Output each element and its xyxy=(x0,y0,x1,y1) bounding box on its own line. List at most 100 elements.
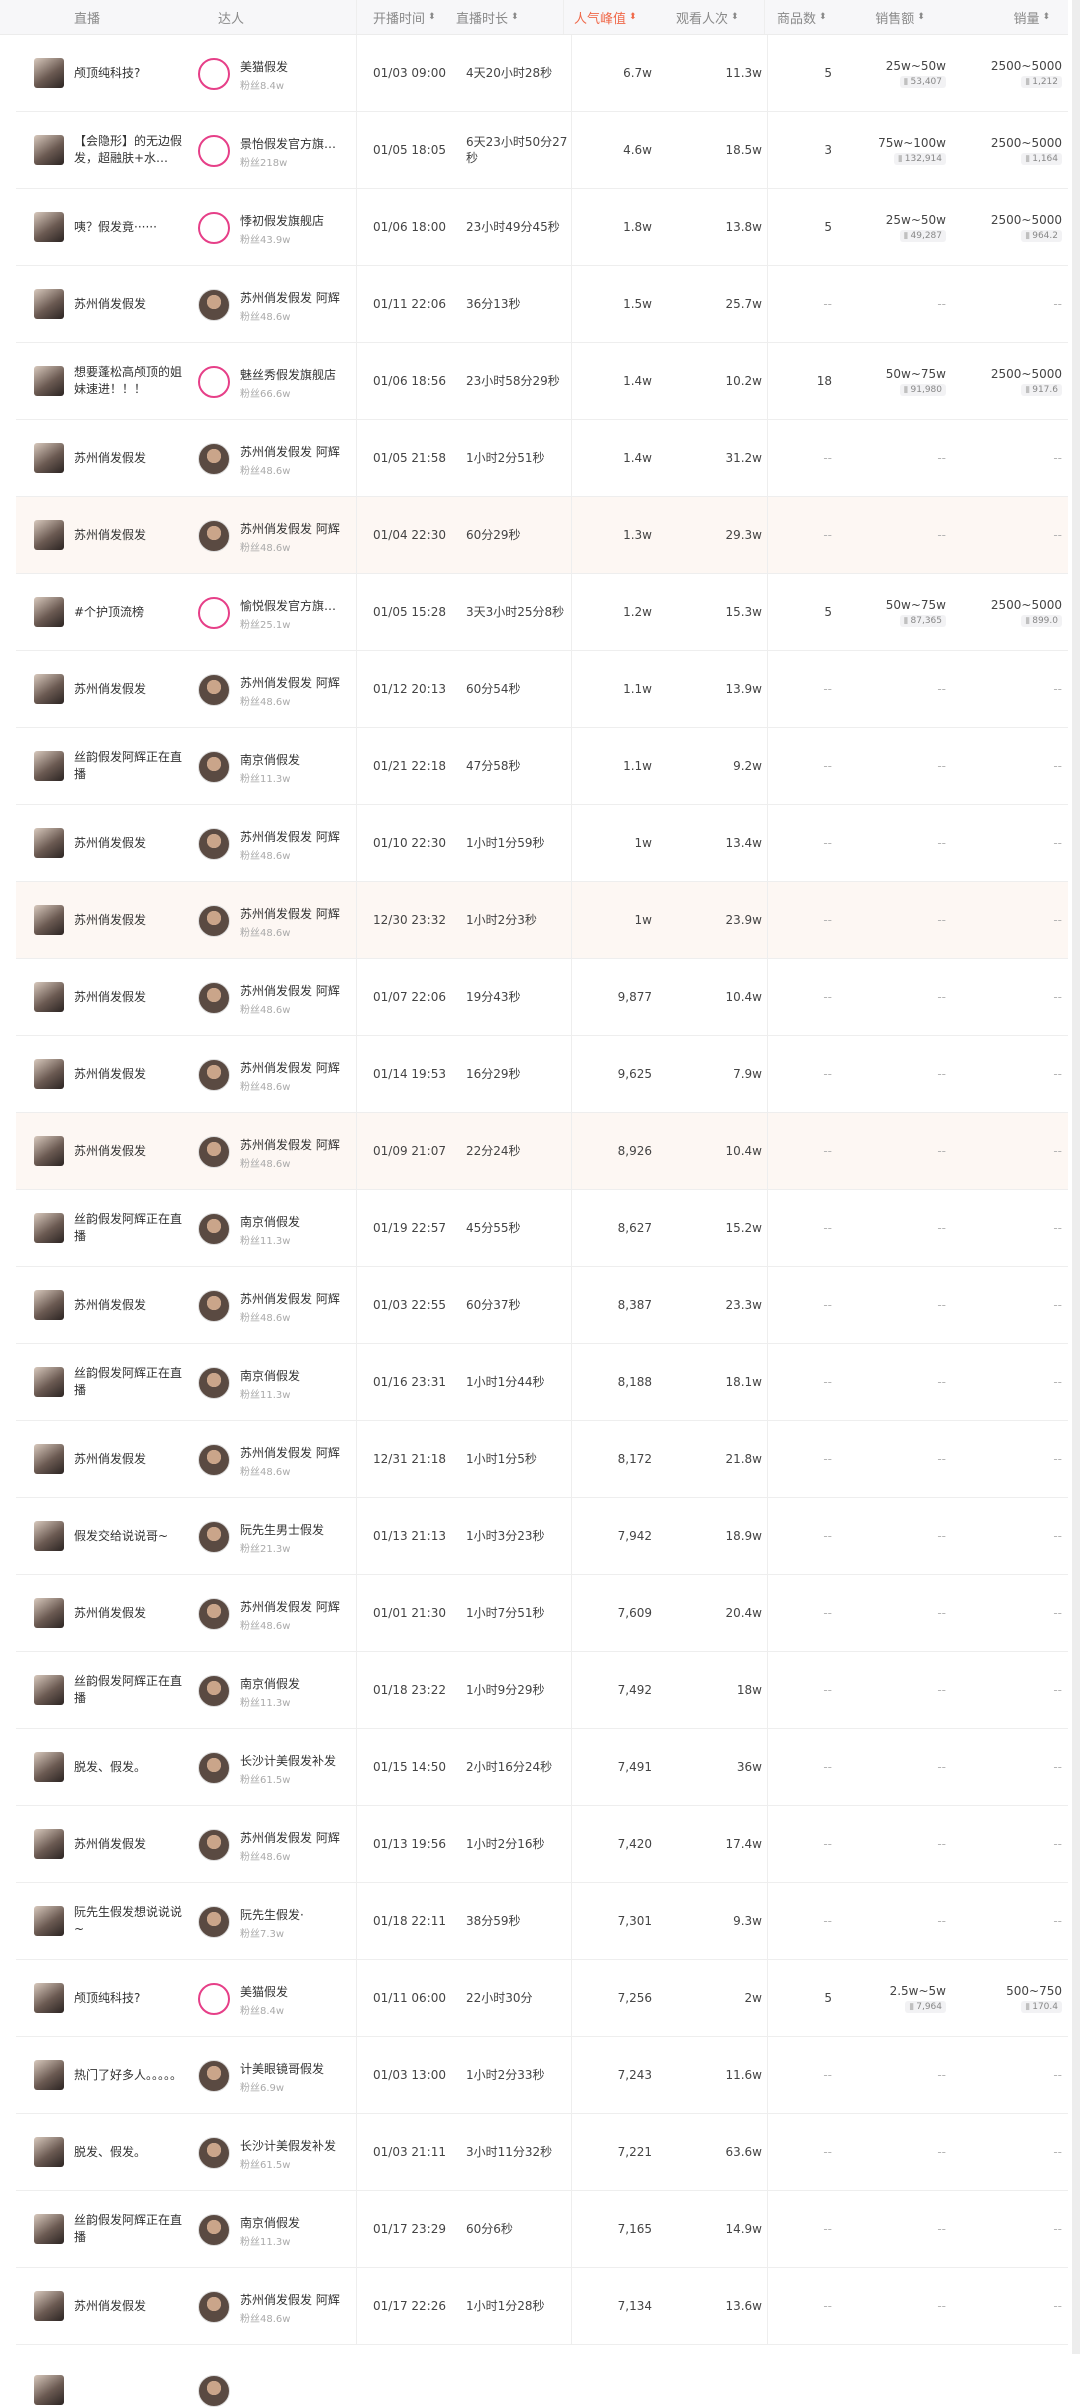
live-title[interactable]: 苏州俏发假发 xyxy=(74,1575,186,1651)
table-row[interactable]: 苏州俏发假发 苏州俏发假发 阿辉 粉丝48.6w 12/31 21:18 1小时… xyxy=(16,1421,1068,1498)
live-title[interactable]: 丝韵假发阿辉正在直播 xyxy=(74,2191,186,2267)
table-row[interactable]: 苏州俏发假发 苏州俏发假发 阿辉 粉丝48.6w 01/10 22:30 1小时… xyxy=(16,805,1068,882)
live-title[interactable]: 苏州俏发假发 xyxy=(74,651,186,727)
anchor-name[interactable]: 苏州俏发假发 阿辉 xyxy=(240,1829,348,1846)
live-thumbnail[interactable] xyxy=(34,1367,64,1397)
scrollbar[interactable] xyxy=(1072,0,1080,2354)
table-row[interactable]: 颅顶纯科技? 美猫假发 粉丝8.4w 01/11 06:00 22小时30分 7… xyxy=(16,1960,1068,2037)
live-title[interactable]: 阮先生假发想说说说~ xyxy=(74,1883,186,1959)
live-thumbnail[interactable] xyxy=(34,135,64,165)
live-thumbnail[interactable] xyxy=(34,2291,64,2321)
anchor-name[interactable]: 苏州俏发假发 阿辉 xyxy=(240,905,348,922)
table-row[interactable]: 【会隐形】的无边假发，超融肤+水… 景怡假发官方旗… 粉丝218w 01/05 … xyxy=(16,112,1068,189)
live-thumbnail[interactable] xyxy=(34,443,64,473)
anchor-avatar[interactable] xyxy=(198,1752,230,1784)
table-row[interactable]: 苏州俏发假发 苏州俏发假发 阿辉 粉丝48.6w 12/30 23:32 1小时… xyxy=(16,882,1068,959)
live-title[interactable]: 【会隐形】的无边假发，超融肤+水… xyxy=(74,112,186,188)
anchor-avatar[interactable] xyxy=(198,905,230,937)
live-title[interactable]: 苏州俏发假发 xyxy=(74,882,186,958)
table-row[interactable]: 丝韵假发阿辉正在直播 南京俏假发 粉丝11.3w 01/16 23:31 1小时… xyxy=(16,1344,1068,1421)
anchor-avatar[interactable] xyxy=(198,1136,230,1168)
anchor-avatar[interactable] xyxy=(198,1290,230,1322)
anchor-avatar[interactable] xyxy=(198,1983,230,2015)
live-title[interactable]: 苏州俏发假发 xyxy=(74,959,186,1035)
col-header-duration[interactable]: 直播时长 ⬍ xyxy=(450,0,564,34)
live-title[interactable]: 苏州俏发假发 xyxy=(74,2268,186,2344)
anchor-name[interactable]: 魅丝秀假发旗舰店 xyxy=(240,366,348,383)
live-thumbnail[interactable] xyxy=(34,1752,64,1782)
live-thumbnail[interactable] xyxy=(34,1675,64,1705)
live-title[interactable]: #个护顶流榜 xyxy=(74,574,186,650)
live-title[interactable]: 脱发、假发。 xyxy=(74,2114,186,2190)
anchor-avatar[interactable] xyxy=(198,1675,230,1707)
live-thumbnail[interactable] xyxy=(34,2060,64,2090)
live-title[interactable]: 丝韵假发阿辉正在直播 xyxy=(74,1190,186,1266)
live-thumbnail[interactable] xyxy=(34,366,64,396)
live-thumbnail[interactable] xyxy=(34,1059,64,1089)
live-title[interactable]: 苏州俏发假发 xyxy=(74,1036,186,1112)
live-thumbnail[interactable] xyxy=(34,520,64,550)
sort-icon[interactable]: ⬍ xyxy=(917,12,925,22)
anchor-avatar[interactable] xyxy=(198,1059,230,1091)
anchor-name[interactable]: 苏州俏发假发 阿辉 xyxy=(240,982,348,999)
anchor-avatar[interactable] xyxy=(198,2214,230,2246)
table-row[interactable]: 阮先生假发想说说说~ 阮先生假发· 粉丝7.3w 01/18 22:11 38分… xyxy=(16,1883,1068,1960)
live-thumbnail[interactable] xyxy=(34,828,64,858)
live-thumbnail[interactable] xyxy=(34,751,64,781)
live-thumbnail[interactable] xyxy=(34,1136,64,1166)
live-thumbnail[interactable] xyxy=(34,905,64,935)
anchor-avatar[interactable] xyxy=(198,443,230,475)
col-header-sales[interactable]: 销售额 ⬍ xyxy=(840,8,960,27)
live-thumbnail[interactable] xyxy=(34,212,64,242)
anchor-avatar[interactable] xyxy=(198,135,230,167)
live-title[interactable]: 假发交给说说哥~ xyxy=(74,1498,186,1574)
live-title[interactable]: 丝韵假发阿辉正在直播 xyxy=(74,1344,186,1420)
table-row[interactable]: 脱发、假发。 长沙计美假发补发 粉丝61.5w 01/15 14:50 2小时1… xyxy=(16,1729,1068,1806)
sort-icon[interactable]: ⬍ xyxy=(1042,12,1050,22)
live-title[interactable]: 苏州俏发假发 xyxy=(74,1421,186,1497)
anchor-name[interactable]: 南京俏假发 xyxy=(240,1213,348,1230)
anchor-name[interactable]: 长沙计美假发补发 xyxy=(240,1752,348,1769)
live-title[interactable]: 想要蓬松高颅顶的姐妹速进！！！ xyxy=(74,343,186,419)
anchor-name[interactable]: 苏州俏发假发 阿辉 xyxy=(240,1290,348,1307)
live-thumbnail[interactable] xyxy=(34,1444,64,1474)
anchor-name[interactable]: 苏州俏发假发 阿辉 xyxy=(240,443,348,460)
table-row[interactable]: 咦？假发竟······ 悸初假发旗舰店 粉丝43.9w 01/06 18:00 … xyxy=(16,189,1068,266)
sort-icon[interactable]: ⬍ xyxy=(731,12,739,22)
live-title[interactable]: 苏州俏发假发 xyxy=(74,1267,186,1343)
live-thumbnail[interactable] xyxy=(34,1829,64,1859)
anchor-avatar[interactable] xyxy=(198,212,230,244)
live-title[interactable]: 颅顶纯科技? xyxy=(74,1960,186,2036)
live-thumbnail[interactable] xyxy=(34,1906,64,1936)
table-row-partial[interactable] xyxy=(16,2345,1068,2407)
live-title[interactable]: 热门了好多人。。。。。 xyxy=(74,2037,186,2113)
live-title[interactable]: 苏州俏发假发 xyxy=(74,420,186,496)
anchor-name[interactable]: 南京俏假发 xyxy=(240,2214,348,2231)
anchor-avatar[interactable] xyxy=(198,2375,230,2407)
anchor-avatar[interactable] xyxy=(198,520,230,552)
anchor-name[interactable]: 苏州俏发假发 阿辉 xyxy=(240,1136,348,1153)
live-title[interactable]: 颅顶纯科技? xyxy=(74,35,186,111)
table-row[interactable]: 假发交给说说哥~ 阮先生男士假发 粉丝21.3w 01/13 21:13 1小时… xyxy=(16,1498,1068,1575)
table-row[interactable]: 丝韵假发阿辉正在直播 南京俏假发 粉丝11.3w 01/18 23:22 1小时… xyxy=(16,1652,1068,1729)
anchor-name[interactable]: 阮先生男士假发 xyxy=(240,1521,348,1538)
anchor-name[interactable]: 愉悦假发官方旗… xyxy=(240,597,348,614)
anchor-avatar[interactable] xyxy=(198,1213,230,1245)
table-row[interactable]: 热门了好多人。。。。。 计美眼镜哥假发 粉丝6.9w 01/03 13:00 1… xyxy=(16,2037,1068,2114)
anchor-avatar[interactable] xyxy=(198,674,230,706)
anchor-name[interactable]: 南京俏假发 xyxy=(240,1675,348,1692)
table-row[interactable]: 苏州俏发假发 苏州俏发假发 阿辉 粉丝48.6w 01/13 19:56 1小时… xyxy=(16,1806,1068,1883)
table-row[interactable]: #个护顶流榜 愉悦假发官方旗… 粉丝25.1w 01/05 15:28 3天3小… xyxy=(16,574,1068,651)
anchor-avatar[interactable] xyxy=(198,58,230,90)
anchor-name[interactable]: 苏州俏发假发 阿辉 xyxy=(240,828,348,845)
live-thumbnail[interactable] xyxy=(34,2214,64,2244)
sort-icon[interactable]: ⬍ xyxy=(511,12,519,22)
anchor-avatar[interactable] xyxy=(198,2060,230,2092)
table-row[interactable]: 苏州俏发假发 苏州俏发假发 阿辉 粉丝48.6w 01/17 22:26 1小时… xyxy=(16,2268,1068,2345)
live-title[interactable]: 咦？假发竟······ xyxy=(74,189,186,265)
live-thumbnail[interactable] xyxy=(34,1521,64,1551)
live-thumbnail[interactable] xyxy=(34,289,64,319)
sort-icon[interactable]: ⬍ xyxy=(819,12,827,22)
live-thumbnail[interactable] xyxy=(34,1983,64,2013)
anchor-avatar[interactable] xyxy=(198,828,230,860)
